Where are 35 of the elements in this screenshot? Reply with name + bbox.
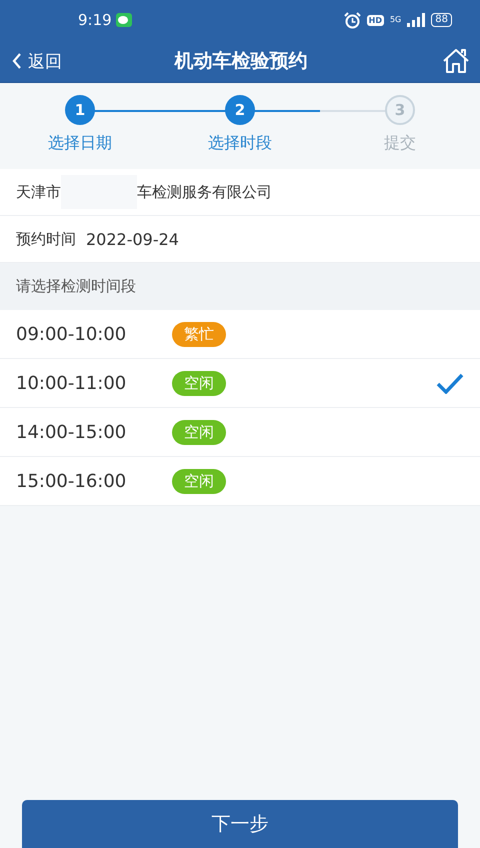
company-name-start: 天津市: [16, 182, 61, 202]
step-number: 2: [225, 95, 255, 125]
status-tag: 空闲: [172, 420, 226, 444]
slot-time: 10:00-11:00: [16, 372, 128, 394]
alarm-clock-icon: [344, 12, 361, 28]
time-slot-row[interactable]: 10:00-11:00 空闲: [0, 359, 480, 408]
time-slot-row[interactable]: 15:00-16:00 空闲: [0, 457, 480, 506]
clock-time: 9:19: [78, 11, 112, 29]
time-slot-row[interactable]: 14:00-15:00 空闲: [0, 408, 480, 457]
section-title: 请选择检测时间段: [0, 263, 480, 310]
time-slot-row[interactable]: 09:00-10:00 繁忙: [0, 310, 480, 359]
company-name-end: 车检测服务有限公司: [137, 182, 272, 202]
home-icon[interactable]: [442, 48, 470, 74]
step-label: 选择日期: [48, 133, 112, 154]
chevron-left-icon: [12, 53, 22, 69]
signal-icon: [407, 13, 426, 27]
step-label: 提交: [384, 133, 416, 154]
chat-bubble-icon: [116, 13, 132, 27]
status-tag: 空闲: [172, 370, 226, 396]
slot-time: 14:00-15:00: [16, 422, 128, 442]
status-tag: 繁忙: [172, 322, 226, 346]
hd-badge: HD: [366, 14, 384, 26]
next-step-button[interactable]: 下一步: [22, 800, 458, 848]
battery-level: 88: [431, 13, 452, 27]
step-number: 1: [65, 95, 95, 125]
page-title: 机动车检验预约: [173, 49, 308, 74]
network-type: 5G: [390, 16, 402, 24]
step-number: 3: [385, 95, 415, 125]
slot-time: 15:00-16:00: [16, 470, 128, 492]
step-label: 选择时段: [208, 133, 272, 154]
slot-time: 09:00-10:00: [16, 324, 128, 344]
appointment-label: 预约时间: [16, 230, 76, 248]
status-tag: 空闲: [172, 468, 226, 494]
back-button[interactable]: 返回: [12, 50, 92, 72]
appointment-date: 2022-09-24: [86, 230, 179, 248]
